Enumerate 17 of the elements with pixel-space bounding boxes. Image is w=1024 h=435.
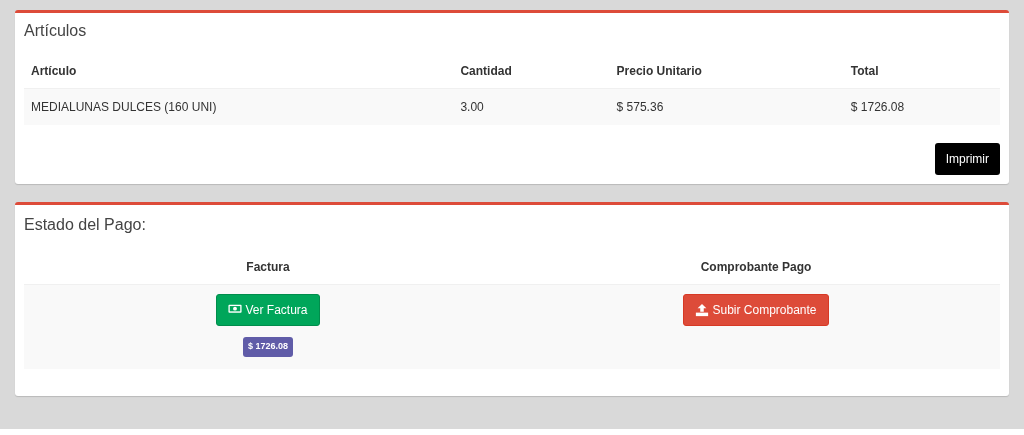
amount-badge: $ 1726.08 bbox=[242, 337, 293, 357]
column-header: Factura bbox=[24, 250, 512, 285]
upload-button[interactable]: Subir Comprobante bbox=[683, 294, 829, 327]
column-header: Precio Unitario bbox=[609, 54, 844, 89]
column-header: Total bbox=[843, 54, 1000, 89]
print-button[interactable]: Imprimir bbox=[934, 143, 1000, 176]
table-cell: 3.00 bbox=[453, 88, 610, 126]
view-invoice-button[interactable]: Ver Factura bbox=[216, 294, 320, 327]
table-cell: $ 575.36 bbox=[609, 88, 844, 126]
column-header: Cantidad bbox=[453, 54, 610, 89]
table-cell: $ 1726.08 bbox=[843, 88, 1000, 126]
table-cell: MEDIALUNAS DULCES (160 UNI) bbox=[24, 88, 454, 126]
card-title: Artículos bbox=[24, 21, 88, 41]
card-title: Estado del Pago: bbox=[24, 215, 147, 235]
column-header: Artículo bbox=[24, 54, 454, 89]
upload-icon bbox=[695, 303, 710, 318]
column-header: Comprobante Pago bbox=[512, 250, 1000, 285]
